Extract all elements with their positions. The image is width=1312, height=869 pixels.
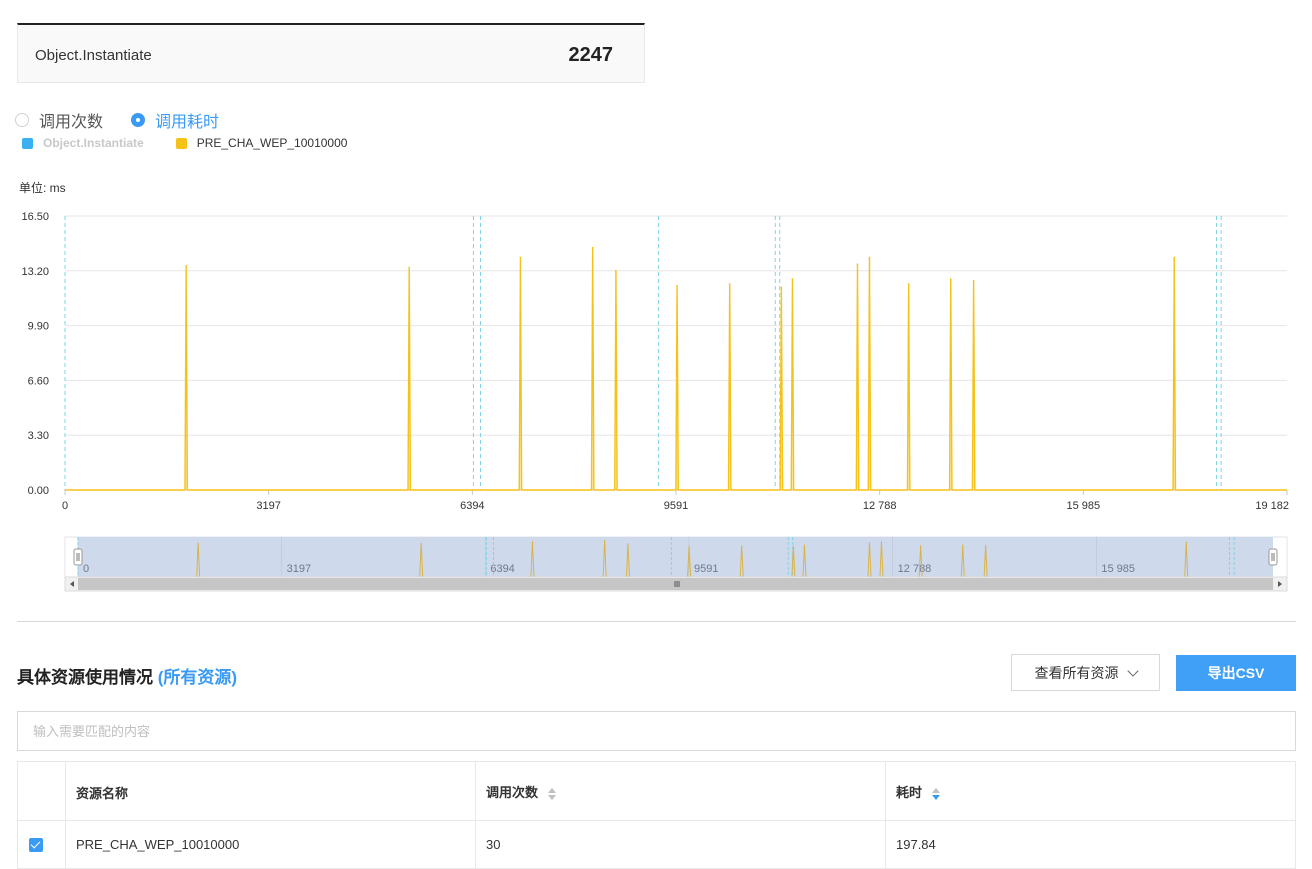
radio-label: 调用耗时 <box>155 114 220 131</box>
row-checkbox-cell <box>17 820 66 869</box>
section-title: 具体资源使用情况 (所有资源) <box>17 663 237 688</box>
legend-label: PRE_CHA_WEP_10010000 <box>196 136 348 150</box>
metric-radio-group: 调用次数 调用耗时 <box>15 108 247 132</box>
x-tick-label: 0 <box>62 500 68 512</box>
data-point <box>868 256 871 259</box>
header-time-label: 耗时 <box>896 785 923 800</box>
sort-icon[interactable] <box>547 787 557 801</box>
y-tick-label: 6.60 <box>28 375 49 387</box>
summary-label: Object.Instantiate <box>35 47 152 64</box>
view-all-resources-label: 查看所有资源 <box>1034 664 1119 681</box>
row-resource-name: PRE_CHA_WEP_10010000 <box>65 820 476 869</box>
y-tick-label: 3.30 <box>28 430 49 442</box>
search-input[interactable] <box>17 711 1296 751</box>
data-point <box>615 270 617 272</box>
data-point <box>856 263 859 265</box>
data-point <box>1173 256 1176 259</box>
zoom-tick-label: 6394 <box>490 563 514 575</box>
legend-swatch-icon <box>175 137 187 149</box>
data-point <box>591 246 594 249</box>
zoom-tick-label: 3197 <box>287 563 311 575</box>
data-point <box>728 283 731 285</box>
row-time: 197.84 <box>885 820 1296 869</box>
zoom-tick-label: 12 788 <box>898 563 932 575</box>
legend-swatch-icon <box>22 137 33 149</box>
all-resources-link[interactable]: (所有资源) <box>158 668 237 687</box>
legend-label: Object.Instantiate <box>43 136 144 150</box>
series-line-pre-cha-wep <box>65 246 1287 491</box>
zoom-handle-right[interactable] <box>1268 548 1278 566</box>
legend-item-object-instantiate[interactable]: Object.Instantiate <box>22 136 144 150</box>
x-tick-label: 19 182 <box>1255 500 1289 512</box>
unit-label: 单位: ms <box>19 181 66 195</box>
radio-call-count[interactable]: 调用次数 <box>15 108 103 132</box>
y-tick-label: 13.20 <box>21 266 49 278</box>
row-checkbox[interactable] <box>29 837 43 852</box>
zoom-tick-label: 15 985 <box>1101 563 1135 575</box>
header-call-count[interactable]: 调用次数 <box>475 761 886 821</box>
header-call-count-label: 调用次数 <box>486 785 539 800</box>
chart-legend: Object.Instantiate PRE_CHA_WEP_10010000 <box>22 136 379 150</box>
table-row: PRE_CHA_WEP_10010000 30 197.84 <box>17 820 1296 869</box>
section-title-text: 具体资源使用情况 <box>17 668 153 687</box>
sort-desc-icon[interactable] <box>931 787 941 801</box>
data-point <box>185 265 187 267</box>
row-call-count: 30 <box>475 820 886 869</box>
y-tick-label: 9.90 <box>28 321 49 333</box>
data-point <box>519 256 522 259</box>
radio-circle-icon <box>15 113 29 127</box>
section-divider <box>17 621 1296 622</box>
y-tick-label: 0.00 <box>28 485 49 497</box>
zoom-tick-label: 0 <box>83 563 89 575</box>
header-checkbox-cell <box>17 761 66 821</box>
y-tick-label: 16.50 <box>21 211 49 223</box>
data-point <box>949 278 952 280</box>
radio-circle-checked-icon <box>131 113 146 127</box>
header-time[interactable]: 耗时 <box>885 761 1296 821</box>
view-all-resources-dropdown[interactable]: 查看所有资源 <box>1011 654 1160 691</box>
summary-value: 2247 <box>568 44 614 66</box>
legend-item-pre-cha-wep[interactable]: PRE_CHA_WEP_10010000 <box>175 136 348 150</box>
data-point <box>408 266 411 269</box>
header-resource-name: 资源名称 <box>65 761 476 821</box>
zoom-tick-label: 9591 <box>694 563 718 575</box>
data-point <box>972 279 975 282</box>
zoom-handle-left[interactable] <box>73 548 83 566</box>
chevron-down-icon <box>1126 664 1139 677</box>
table-header-row: 资源名称 调用次数 耗时 <box>17 761 1296 821</box>
zoom-selection <box>78 537 1273 577</box>
data-point <box>780 286 783 289</box>
data-point <box>907 283 910 285</box>
radio-label: 调用次数 <box>39 114 104 131</box>
data-point <box>791 278 794 280</box>
x-tick-label: 12 788 <box>863 500 897 512</box>
x-tick-label: 9591 <box>664 500 688 512</box>
x-tick-label: 6394 <box>460 500 484 512</box>
x-tick-label: 15 985 <box>1067 500 1101 512</box>
data-point <box>676 284 678 287</box>
summary-card: Object.Instantiate 2247 <box>17 23 645 83</box>
export-csv-button[interactable]: 导出CSV <box>1176 655 1296 691</box>
x-tick-label: 3197 <box>256 500 280 512</box>
radio-call-time[interactable]: 调用耗时 <box>131 108 219 132</box>
resource-table: 资源名称 调用次数 耗时 PRE_CHA_WEP_10010000 30 197… <box>17 761 1296 869</box>
call-time-chart: 16.50 13.20 9.90 6.60 3.30 0.00 0 3197 6394 9591 1… <box>21 211 1289 592</box>
